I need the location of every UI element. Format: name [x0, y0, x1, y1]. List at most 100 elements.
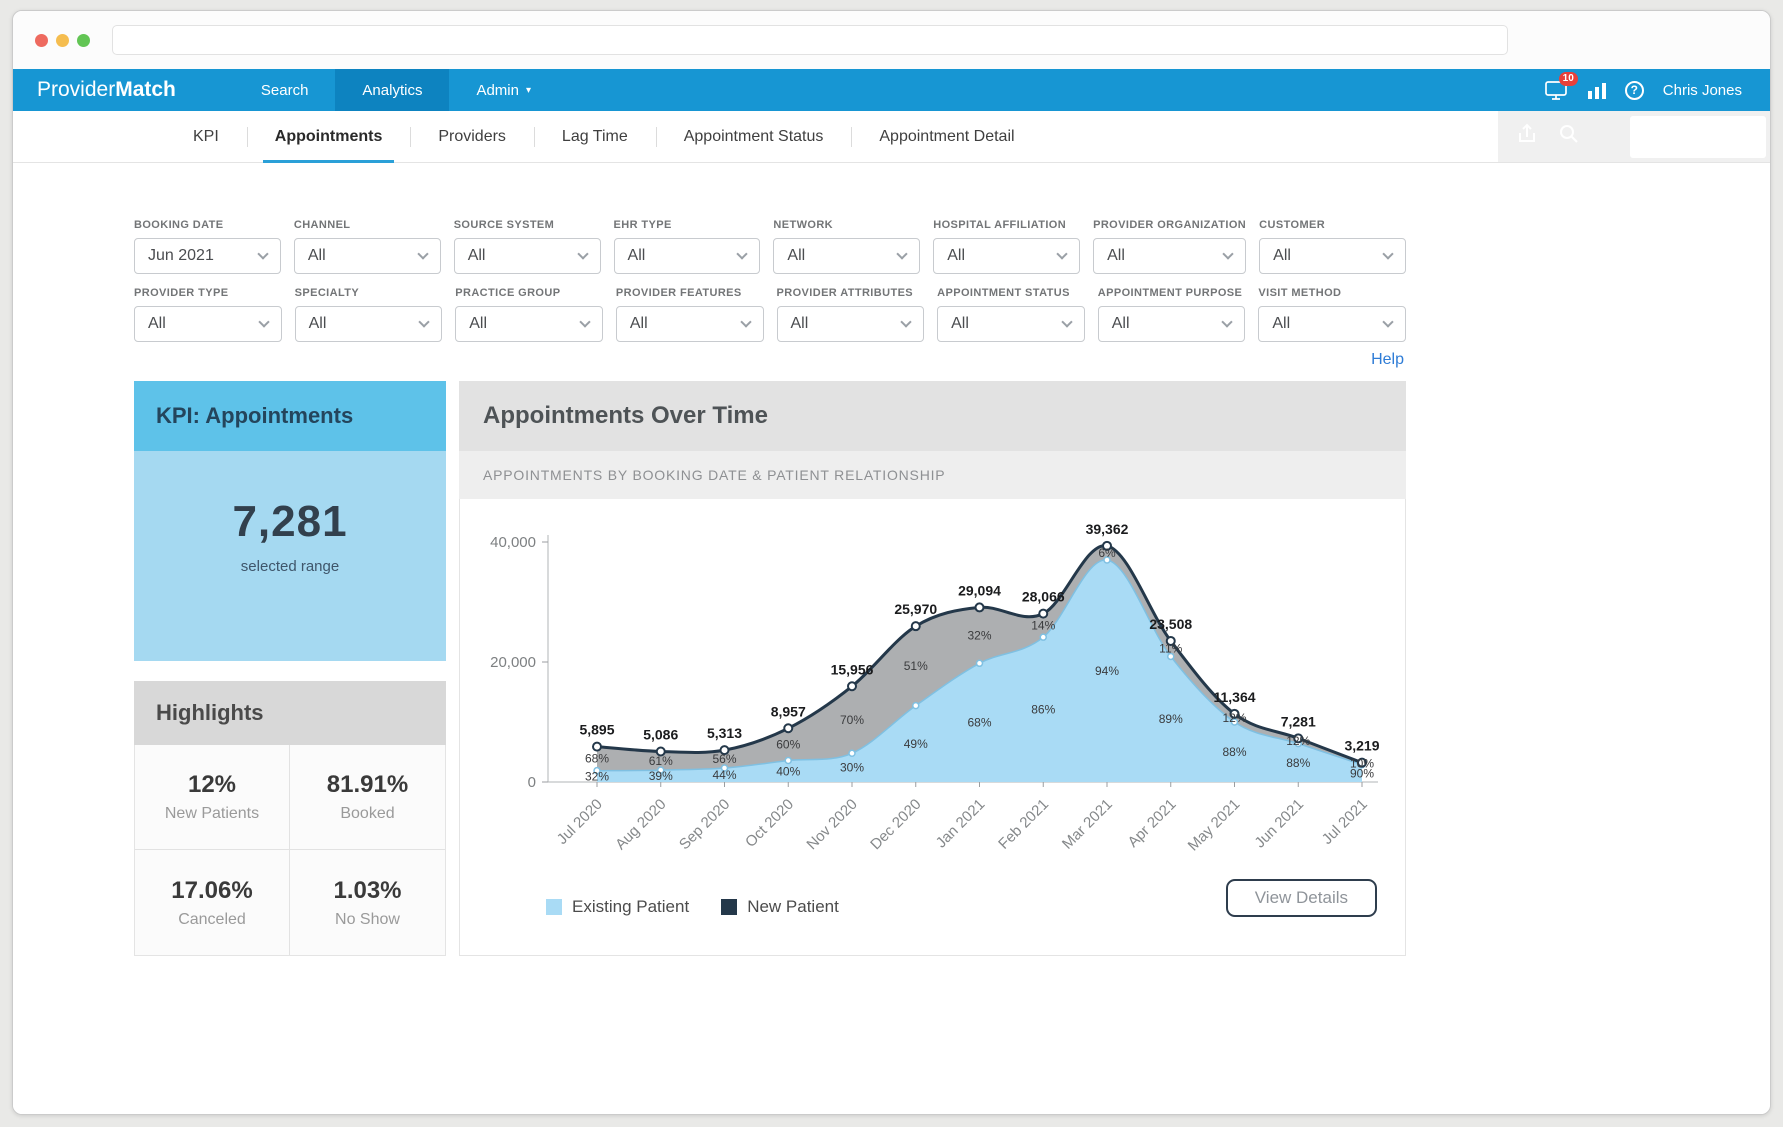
notifications-icon[interactable]: 10 [1544, 72, 1578, 100]
filter-select-ehr-type[interactable]: All [613, 238, 761, 274]
filter-select-provider-attributes[interactable]: All [776, 306, 925, 342]
tab-kpi[interactable]: KPI [165, 111, 247, 162]
svg-text:Oct 2020: Oct 2020 [742, 796, 797, 851]
filter-select-provider-type[interactable]: All [134, 306, 282, 342]
nav-item-admin[interactable]: Admin [449, 69, 558, 111]
bar-chart-icon[interactable] [1586, 81, 1606, 99]
filter-label: EHR TYPE [613, 219, 672, 231]
legend-label: New Patient [747, 897, 839, 916]
svg-text:56%: 56% [712, 752, 736, 766]
filter-network: NETWORK All [773, 218, 921, 274]
legend-swatch [721, 899, 738, 915]
kpi-card-title: KPI: Appointments [134, 381, 446, 451]
tab-appointments[interactable]: Appointments [246, 111, 411, 163]
browser-chrome [13, 11, 1770, 69]
highlights-card: Highlights 12% New Patients 81.91% Booked 17… [134, 681, 446, 956]
user-menu[interactable]: Chris Jones [1663, 82, 1742, 99]
nav-item-search[interactable]: Search [234, 69, 336, 111]
filter-provider-organization: PROVIDER ORGANIZATION All [1093, 218, 1247, 274]
nav-item-analytics[interactable]: Analytics [335, 69, 450, 111]
window-minimize-button[interactable] [56, 33, 69, 47]
ghost-dropdown[interactable] [1630, 115, 1766, 158]
svg-text:25,970: 25,970 [894, 601, 937, 617]
view-details-button[interactable]: View Details [1225, 879, 1377, 917]
tab-providers[interactable]: Providers [410, 111, 534, 162]
filter-select-booking-date[interactable]: Jun 2021 [134, 238, 281, 274]
legend-new-patient[interactable]: New Patient [721, 897, 839, 917]
filter-select-appointment-status[interactable]: All [937, 306, 1085, 342]
chevron-down-icon [526, 85, 531, 96]
chevron-down-icon [1056, 248, 1068, 260]
svg-text:5,086: 5,086 [643, 726, 678, 742]
svg-text:5,895: 5,895 [579, 722, 614, 738]
highlight-canceled: 17.06% Canceled [135, 850, 290, 955]
nav-item-label: Analytics [362, 81, 423, 99]
svg-text:6%: 6% [1098, 546, 1116, 560]
kpi-caption: selected range [240, 558, 340, 575]
filter-provider-features: PROVIDER FEATURES All [615, 286, 764, 342]
svg-text:Sep 2020: Sep 2020 [676, 796, 733, 853]
brand-part-2: Match [115, 78, 176, 101]
filter-label: HOSPITAL AFFILIATION [933, 219, 1067, 231]
filter-select-source-system[interactable]: All [453, 238, 601, 274]
filter-row-1: BOOKING DATE Jun 2021 CHANNEL All SOURCE SYS… [134, 218, 1406, 274]
svg-text:30%: 30% [840, 761, 864, 775]
tab-appointment-detail[interactable]: Appointment Detail [851, 111, 1042, 162]
highlight-value: 1.03% [333, 876, 402, 904]
tab-lag-time[interactable]: Lag Time [533, 111, 656, 162]
filter-label: PRACTICE GROUP [455, 287, 561, 299]
share-icon[interactable] [1516, 123, 1538, 150]
nav-menu: Search Analytics Admin [234, 69, 558, 111]
search-icon[interactable] [1558, 123, 1580, 150]
legend-existing-patient[interactable]: Existing Patient [546, 897, 689, 917]
filter-select-provider-features[interactable]: All [615, 306, 764, 342]
svg-text:60%: 60% [776, 737, 800, 751]
filter-value: All [467, 247, 486, 264]
help-link[interactable]: Help [1371, 351, 1404, 369]
svg-text:14%: 14% [1031, 618, 1055, 632]
filter-value: All [469, 315, 488, 332]
filter-select-appointment-purpose[interactable]: All [1097, 306, 1246, 342]
tab-appointment-status[interactable]: Appointment Status [655, 111, 852, 162]
filter-select-network[interactable]: All [773, 238, 921, 274]
highlight-value: 12% [187, 771, 237, 798]
dashboard-content: BOOKING DATE Jun 2021 CHANNEL All SOURCE SYS… [13, 163, 1770, 1114]
filter-bar: BOOKING DATE Jun 2021 CHANNEL All SOURCE SYS… [134, 218, 1406, 354]
svg-text:88%: 88% [1286, 756, 1310, 770]
svg-text:28,066: 28,066 [1022, 589, 1065, 605]
filter-select-specialty[interactable]: All [294, 306, 443, 342]
appointments-chart-svg[interactable]: 0 20,000 40,000 Jul 2020 Aug 2020 Sep 2020 Oct… [460, 499, 1405, 881]
svg-text:61%: 61% [649, 754, 673, 768]
chart-subtitle: APPOINTMENTS BY BOOKING DATE & PATIENT R… [459, 451, 1406, 499]
highlight-label: Canceled [178, 910, 246, 928]
svg-text:44%: 44% [712, 768, 736, 782]
filter-provider-attributes: PROVIDER ATTRIBUTES All [776, 286, 925, 342]
help-icon[interactable] [1624, 80, 1644, 100]
filter-value: All [629, 315, 648, 332]
highlight-label: Booked [340, 805, 395, 822]
filter-select-channel[interactable]: All [293, 238, 441, 274]
svg-text:39%: 39% [649, 769, 673, 783]
window-zoom-button[interactable] [77, 33, 90, 47]
svg-text:8,957: 8,957 [771, 703, 806, 719]
filter-label: PROVIDER FEATURES [615, 287, 742, 299]
filter-appointment-purpose: APPOINTMENT PURPOSE All [1097, 286, 1246, 342]
kpi-card: KPI: Appointments 7,281 selected range [134, 381, 446, 661]
nav-right: 10 Chris Jones [1544, 69, 1770, 111]
chevron-down-icon [418, 316, 430, 328]
svg-text:15,956: 15,956 [831, 661, 874, 677]
highlight-new-patients: 12% New Patients [135, 745, 290, 850]
window-close-button[interactable] [35, 33, 48, 47]
filter-select-visit-method[interactable]: All [1258, 306, 1406, 342]
address-bar[interactable] [112, 25, 1508, 55]
top-nav: ProviderMatch Search Analytics Admin 10 Ch… [13, 69, 1770, 111]
brand-logo[interactable]: Provider Match [13, 69, 200, 111]
svg-text:Feb 2021: Feb 2021 [995, 796, 1052, 853]
filter-select-customer[interactable]: All [1259, 238, 1406, 274]
filter-booking-date: BOOKING DATE Jun 2021 [134, 218, 281, 274]
filter-select-practice-group[interactable]: All [455, 306, 603, 342]
filter-row-2: PROVIDER TYPE All SPECIALTY All PRACTICE GRO… [134, 286, 1406, 342]
filter-select-provider-organization[interactable]: All [1093, 238, 1247, 274]
filter-select-hospital-affiliation[interactable]: All [933, 238, 1081, 274]
svg-text:12%: 12% [1286, 734, 1310, 748]
